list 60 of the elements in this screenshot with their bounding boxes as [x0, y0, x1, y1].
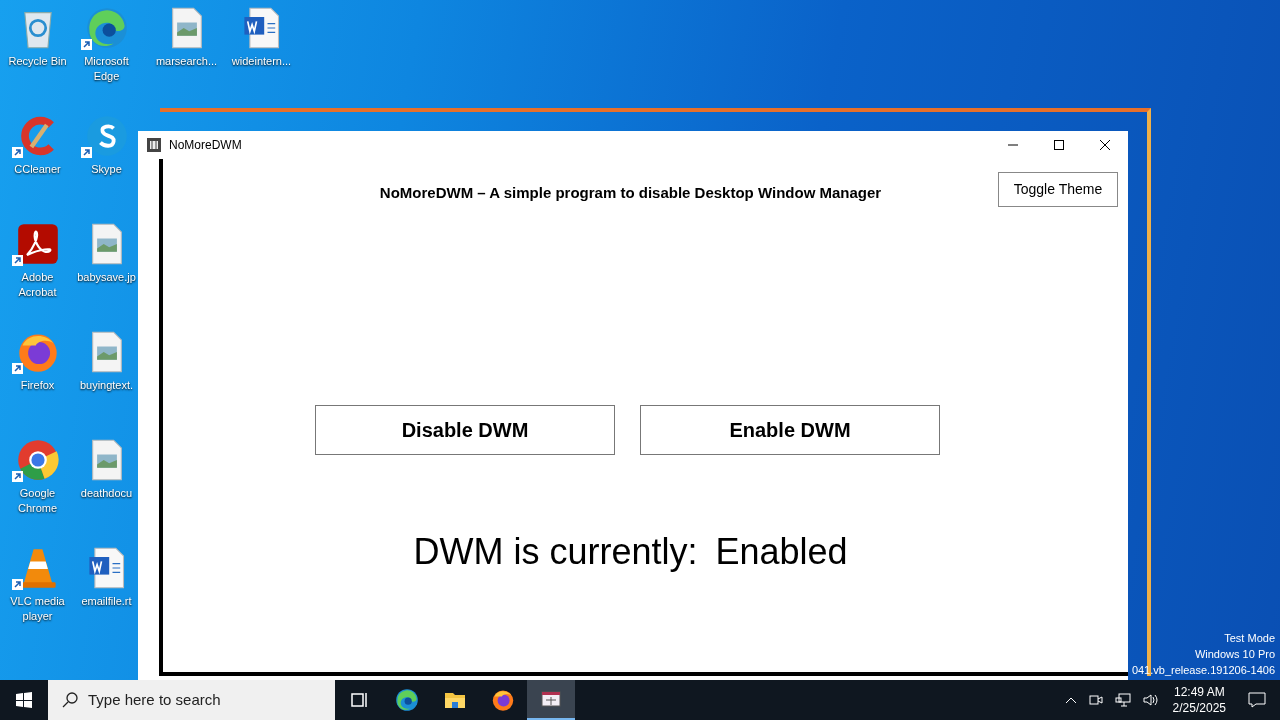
icon-label: CCleaner — [14, 162, 61, 177]
desktop-icon[interactable]: wideintern... — [224, 0, 299, 108]
edge-icon — [84, 6, 129, 50]
network-icon[interactable] — [1114, 693, 1131, 707]
desktop-icon[interactable]: Google Chrome — [0, 432, 75, 540]
acrobat-icon — [15, 222, 60, 266]
desktop-icon[interactable]: babysave.jp — [75, 216, 138, 324]
app-icon — [147, 138, 161, 152]
notification-icon[interactable] — [1248, 692, 1266, 708]
desktop-icon[interactable]: VLC media player — [0, 540, 75, 648]
desktop-icon[interactable]: Adobe Acrobat — [0, 216, 75, 324]
desktop-icon[interactable]: Recycle Bin — [0, 0, 75, 108]
skype-icon — [84, 114, 129, 158]
window-title: NoMoreDWM — [169, 137, 242, 154]
desktop-notice-text: Windows 10 Pro — [1194, 647, 1275, 662]
status-label: DWM is currently: — [413, 530, 698, 574]
firefox-icon — [491, 688, 515, 712]
edge-icon — [395, 688, 419, 712]
search-icon — [62, 692, 78, 708]
chevron-up-icon[interactable] — [1064, 696, 1077, 704]
icon-label: emailfile.rt — [81, 594, 132, 609]
desktop-icon[interactable]: marsearch... — [149, 0, 224, 108]
icon-label: wideintern... — [231, 54, 292, 69]
maximize-icon — [1054, 140, 1064, 150]
icon-label: VLC media player — [9, 594, 66, 624]
desktop-icon[interactable]: Microsoft Edge — [75, 0, 138, 108]
desktop-notice-text: Test Mode — [1224, 631, 1275, 646]
icon-label: deathdocu — [80, 486, 133, 501]
speaker-icon[interactable] — [1142, 693, 1159, 707]
desktop-icon[interactable]: CCleaner — [0, 108, 75, 216]
icon-label: Recycle Bin — [8, 54, 67, 69]
clock-time: 12:49 AM — [1173, 684, 1225, 700]
desktop-icon[interactable]: deathdocu — [75, 432, 138, 540]
icon-label: babysave.jp — [77, 270, 136, 285]
icon-label: buyingtext. — [79, 378, 134, 393]
toggle-theme-button[interactable]: Toggle Theme — [998, 172, 1118, 207]
chrome-icon — [15, 438, 60, 482]
clock[interactable]: 12:49 AM 2/25/2025 — [1172, 684, 1226, 716]
windows-logo-icon — [16, 692, 32, 708]
camera-icon[interactable] — [1088, 693, 1103, 707]
desktop-icon[interactable]: buyingtext. — [75, 324, 138, 432]
dwm-button[interactable]: Disable DWM — [315, 405, 615, 455]
icon-label: Google Chrome — [16, 486, 59, 516]
icon-label: Adobe Acrobat — [17, 270, 58, 300]
desktop-icon[interactable]: emailfile.rt — [75, 540, 138, 648]
close-icon — [1100, 140, 1110, 150]
search-placeholder: Type here to search — [88, 689, 221, 710]
icon-label: Microsoft Edge — [83, 54, 130, 84]
task-view-icon — [349, 690, 369, 710]
icon-label: Skype — [91, 162, 122, 177]
desktop-icon[interactable]: Skype — [75, 108, 138, 216]
taskbar-app[interactable] — [527, 680, 575, 720]
clock-date: 2/25/2025 — [1172, 700, 1226, 716]
status-value: Enabled — [715, 530, 848, 574]
icon-label: marsearch... — [155, 54, 218, 69]
search-field[interactable]: Type here to search — [48, 680, 335, 720]
icon-label: Firefox — [20, 378, 55, 393]
desktop-icon[interactable]: Firefox — [0, 324, 75, 432]
app-heading: NoMoreDWM – A simple program to disable Desktop Window Manager — [378, 183, 883, 203]
dwm-button[interactable]: Enable DWM — [640, 405, 940, 455]
